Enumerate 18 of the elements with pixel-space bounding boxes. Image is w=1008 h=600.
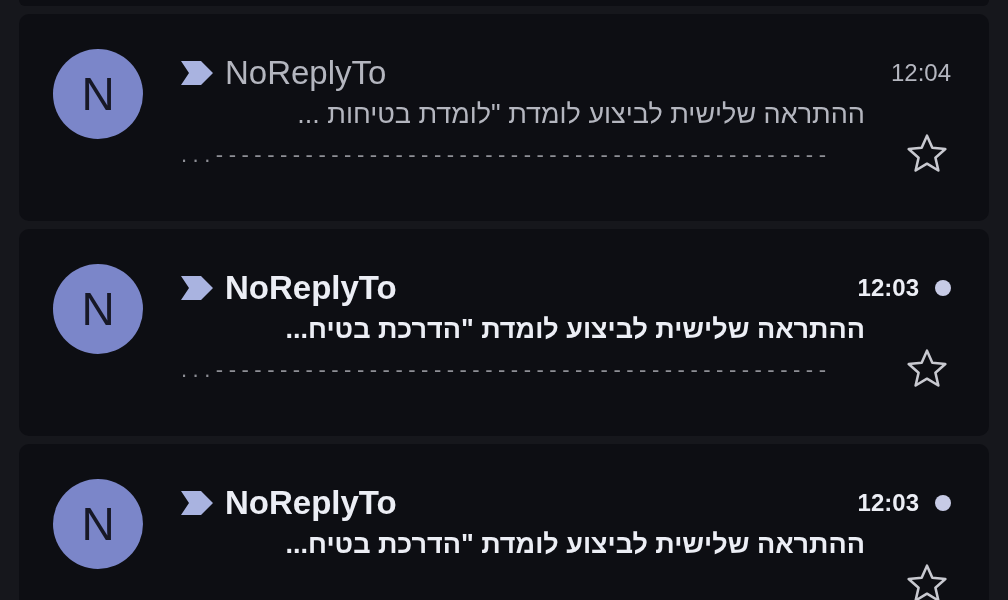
message-time: 12:03 (857, 489, 919, 517)
sender-name: NoReplyTo (225, 484, 397, 522)
avatar: N (53, 264, 143, 354)
message-subject: ההתראה שלישית לביצוע לומדת "לומדת בטיחות ... (296, 99, 865, 130)
sender-name: NoReplyTo (225, 269, 397, 307)
message-snippet: ------------------------------------------------... (181, 142, 832, 168)
message-time: 12:03 (857, 274, 919, 302)
message-subject: ההתראה שלישית לביצוע לומדת "הדרכת בטיח... (284, 529, 865, 560)
label-icon (181, 61, 213, 85)
sender-name: NoReplyTo (225, 54, 387, 92)
label-icon (181, 276, 213, 300)
avatar: N (53, 479, 143, 569)
message-time: 12:04 (890, 59, 951, 87)
avatar: N (53, 49, 143, 139)
label-icon (181, 491, 213, 515)
message-subject: ההתראה שלישית לביצוע לומדת "הדרכת בטיח... (284, 314, 865, 345)
star-icon[interactable] (905, 562, 949, 600)
message-snippet: ------------------------------------------------... (181, 357, 832, 383)
